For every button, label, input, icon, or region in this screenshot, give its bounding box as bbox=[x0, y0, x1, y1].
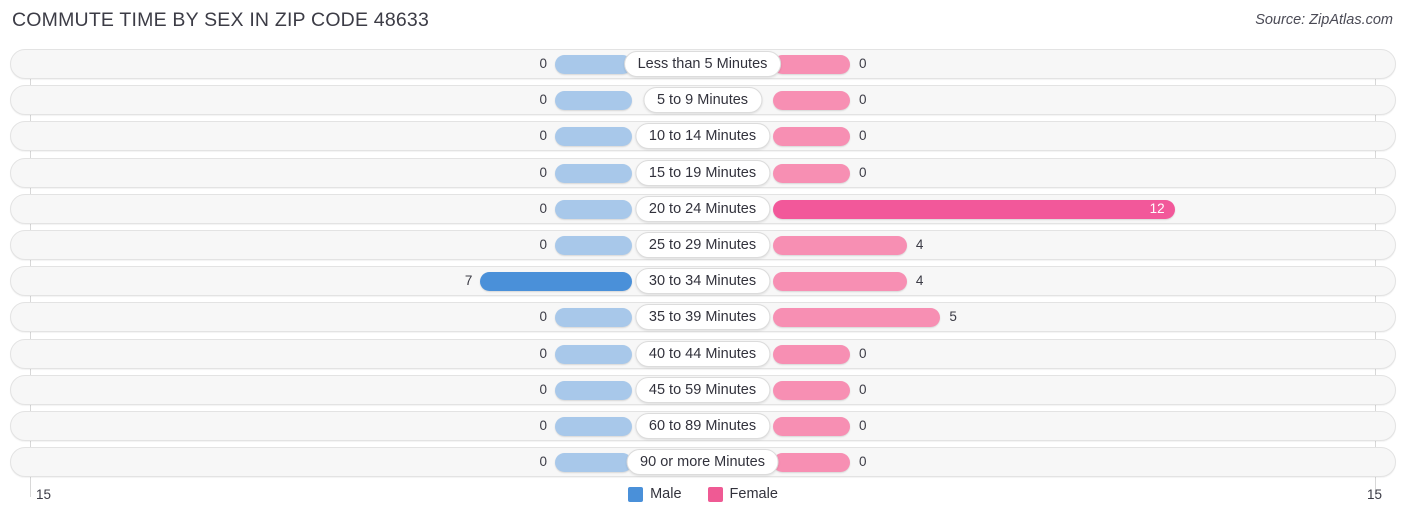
bar-rows-container: 0 0 Less than 5 Minutes 0 0 5 to 9 Minutes 0 0 1… bbox=[0, 49, 1406, 478]
value-label-male: 0 bbox=[539, 164, 547, 180]
bar-female[interactable] bbox=[773, 91, 850, 111]
legend-swatch-female bbox=[707, 486, 723, 502]
value-label-female: 0 bbox=[859, 164, 867, 180]
category-label-pill: 35 to 39 Minutes bbox=[634, 304, 771, 331]
value-label-male: 0 bbox=[539, 309, 547, 325]
bar-row: 0 4 25 to 29 Minutes bbox=[0, 229, 1406, 260]
value-label-male: 0 bbox=[539, 381, 547, 397]
bar-male[interactable] bbox=[555, 380, 632, 400]
value-label-female: 0 bbox=[859, 56, 867, 71]
bar-male[interactable] bbox=[555, 416, 632, 436]
value-label-female: 4 bbox=[915, 236, 924, 252]
category-label-pill: 40 to 44 Minutes bbox=[634, 340, 771, 367]
bar-male[interactable] bbox=[555, 199, 632, 219]
bar-row: 0 0 5 to 9 Minutes bbox=[0, 85, 1406, 116]
value-label-male: 0 bbox=[539, 454, 547, 470]
bar-row: 0 0 40 to 44 Minutes bbox=[0, 338, 1406, 369]
value-label-female: 12 bbox=[1149, 200, 1165, 216]
legend-item-male[interactable]: Male bbox=[628, 486, 682, 502]
value-label-male: 0 bbox=[539, 128, 547, 144]
value-label-male: 0 bbox=[539, 200, 547, 216]
legend-swatch-male bbox=[628, 486, 644, 502]
bar-male[interactable] bbox=[555, 163, 632, 183]
bar-row: 0 0 90 or more Minutes bbox=[0, 447, 1406, 478]
bar-male[interactable] bbox=[480, 272, 632, 292]
category-label-pill: 10 to 14 Minutes bbox=[634, 123, 771, 150]
category-label-pill: Less than 5 Minutes bbox=[623, 51, 782, 77]
category-label-pill: 90 or more Minutes bbox=[626, 449, 779, 476]
bar-female[interactable] bbox=[773, 272, 907, 292]
bar-female[interactable] bbox=[773, 163, 850, 183]
legend-label-male: Male bbox=[650, 486, 682, 502]
bar-female[interactable] bbox=[773, 416, 850, 436]
bar-row: 0 12 20 to 24 Minutes bbox=[0, 193, 1406, 224]
commute-time-bar-chart: COMMUTE TIME BY SEX IN ZIP CODE 48633 So… bbox=[0, 0, 1406, 522]
source-attribution: Source: ZipAtlas.com bbox=[1255, 12, 1393, 28]
category-label-pill: 30 to 34 Minutes bbox=[634, 268, 771, 295]
bar-male[interactable] bbox=[555, 235, 632, 255]
bar-male[interactable] bbox=[555, 91, 632, 111]
category-label-pill: 5 to 9 Minutes bbox=[642, 87, 763, 114]
bar-female[interactable] bbox=[773, 453, 850, 473]
bar-male[interactable] bbox=[555, 344, 632, 364]
value-label-male: 0 bbox=[539, 92, 547, 108]
bar-row: 0 0 10 to 14 Minutes bbox=[0, 121, 1406, 152]
category-label-pill: 15 to 19 Minutes bbox=[634, 159, 771, 186]
category-label-pill: 20 to 24 Minutes bbox=[634, 195, 771, 222]
value-label-male: 0 bbox=[539, 56, 547, 71]
page-title: COMMUTE TIME BY SEX IN ZIP CODE 48633 bbox=[12, 9, 430, 31]
bar-female[interactable] bbox=[773, 199, 1175, 219]
value-label-female: 0 bbox=[859, 345, 867, 361]
bar-female[interactable] bbox=[773, 344, 850, 364]
value-label-female: 0 bbox=[859, 417, 867, 433]
value-label-female: 0 bbox=[859, 454, 867, 470]
value-label-male: 0 bbox=[539, 417, 547, 433]
bar-row: 7 4 30 to 34 Minutes bbox=[0, 266, 1406, 297]
bar-female[interactable] bbox=[773, 55, 850, 74]
category-label-pill: 60 to 89 Minutes bbox=[634, 412, 771, 439]
bar-row: 0 0 45 to 59 Minutes bbox=[0, 374, 1406, 405]
value-label-male: 7 bbox=[464, 273, 473, 289]
category-label-pill: 45 to 59 Minutes bbox=[634, 376, 771, 403]
bar-male[interactable] bbox=[555, 127, 632, 147]
value-label-female: 0 bbox=[859, 381, 867, 397]
chart-legend: Male Female bbox=[0, 486, 1406, 502]
value-label-male: 0 bbox=[539, 236, 547, 252]
bar-row: 0 0 15 to 19 Minutes bbox=[0, 157, 1406, 188]
bar-row: 0 0 60 to 89 Minutes bbox=[0, 410, 1406, 441]
bar-row: 0 0 Less than 5 Minutes bbox=[0, 49, 1406, 79]
value-label-female: 4 bbox=[915, 273, 924, 289]
value-label-male: 0 bbox=[539, 345, 547, 361]
bar-male[interactable] bbox=[555, 55, 632, 74]
bar-female[interactable] bbox=[773, 127, 850, 147]
category-label-pill: 25 to 29 Minutes bbox=[634, 231, 771, 258]
bar-female[interactable] bbox=[773, 308, 941, 328]
bar-row: 0 5 35 to 39 Minutes bbox=[0, 302, 1406, 333]
plot-area: 0 0 Less than 5 Minutes 0 0 5 to 9 Minutes 0 0 1… bbox=[0, 49, 1406, 497]
value-label-female: 0 bbox=[859, 128, 867, 144]
bar-female[interactable] bbox=[773, 235, 907, 255]
bar-male[interactable] bbox=[555, 308, 632, 328]
bar-male[interactable] bbox=[555, 453, 632, 473]
value-label-female: 0 bbox=[859, 92, 867, 108]
legend-label-female: Female bbox=[729, 486, 778, 502]
legend-item-female[interactable]: Female bbox=[707, 486, 778, 502]
value-label-female: 5 bbox=[949, 309, 957, 325]
bar-female[interactable] bbox=[773, 380, 850, 400]
